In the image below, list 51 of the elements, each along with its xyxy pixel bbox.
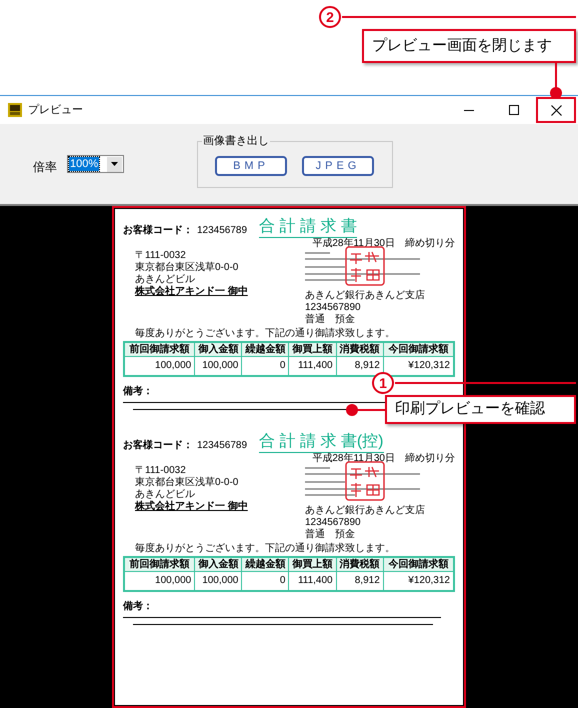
bank-line: 1234567890	[305, 302, 362, 314]
column-header: 御入金額	[194, 342, 242, 356]
seal-stamp-drawing	[345, 246, 385, 286]
app-icon	[8, 103, 22, 117]
customer-code: 123456789	[197, 225, 248, 236]
address-line: 株式会社アキンド一 御中	[135, 286, 248, 298]
maximize-icon	[508, 105, 518, 115]
address-line: 〒111-0032	[135, 250, 187, 262]
column-header: 御買上額	[288, 342, 336, 356]
address-line: 株式会社アキンド一 御中	[135, 501, 248, 513]
address-line: あきんどビル	[135, 274, 196, 286]
address-line: 〒111-0032	[135, 465, 187, 476]
callout-box: 印刷プレビューを確認	[385, 395, 576, 424]
column-header: 前回御請求額	[124, 557, 195, 572]
address-line: あきんどビル	[135, 489, 196, 500]
address-line: 東京都台東区浅草0-0-0	[135, 477, 240, 489]
bank-line: あきんど銀行あきんど支店	[305, 505, 425, 517]
export-button[interactable]: JPEG	[302, 156, 374, 176]
column-header: 御買上額	[288, 557, 336, 572]
customer-code-label: お客様コード：	[123, 225, 193, 236]
column-header: 繰越金額	[242, 557, 289, 572]
customer-code-label: お客様コード：	[123, 440, 193, 451]
bank-line: 普通 預金	[305, 529, 356, 541]
customer-code: 123456789	[197, 440, 248, 451]
step-number: 2	[319, 6, 341, 28]
seal-stamp-drawing	[345, 461, 385, 501]
invoice-title: 合 計 請 求 書(控)	[259, 432, 384, 453]
column-header: 消費税額	[336, 557, 384, 572]
bank-line: あきんど銀行あきんど支店	[305, 290, 425, 302]
column-header: 今回御請求額	[383, 342, 454, 356]
greeting-text: 毎度ありがとうございます。下記の通り御請求致します。	[134, 328, 396, 340]
export-button[interactable]: BMP	[215, 156, 287, 176]
bank-line: 普通 預金	[305, 314, 356, 326]
invoice-title: 合 計 請 求 書	[259, 217, 357, 238]
column-header: 前回御請求額	[124, 342, 195, 356]
column-header: 繰越金額	[242, 342, 289, 356]
zoom-select[interactable]: 100%	[67, 155, 124, 173]
window-title: プレビュー	[28, 102, 83, 118]
greeting-text: 毎度ありがとうございます。下記の通り御請求致します。	[134, 543, 396, 555]
remarks-label: 備考：	[123, 601, 153, 612]
column-header: 御入金額	[194, 557, 242, 572]
zoom-label: 倍率	[33, 159, 57, 176]
remarks-label: 備考：	[123, 386, 153, 397]
close-icon	[550, 104, 562, 116]
bank-line: 1234567890	[305, 517, 362, 528]
group-legend: 画像書き出し	[202, 134, 270, 148]
address-line: 東京都台東区浅草0-0-0	[135, 262, 240, 274]
close-button[interactable]	[536, 97, 576, 123]
column-header: 消費税額	[336, 342, 384, 356]
callout-box: プレビュー画面を閉じます	[362, 29, 576, 63]
column-header: 今回御請求額	[383, 557, 454, 572]
